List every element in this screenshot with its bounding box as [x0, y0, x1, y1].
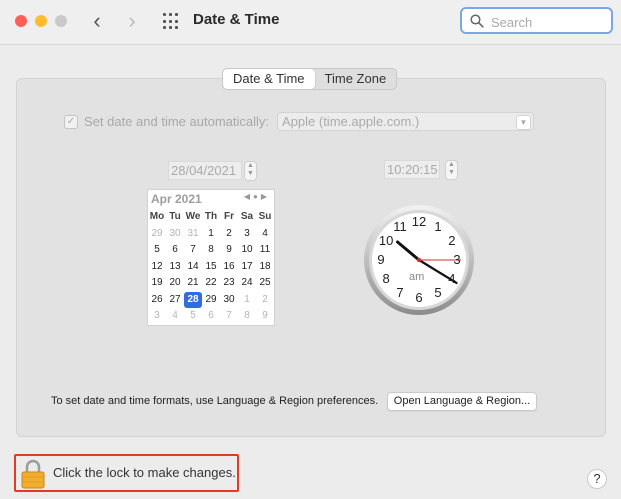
calendar-day[interactable]: 17: [238, 259, 256, 276]
calendar-day[interactable]: 10: [238, 242, 256, 259]
auto-time-row: ✓ Set date and time automatically:: [64, 114, 269, 129]
calendar-day[interactable]: 24: [238, 275, 256, 292]
date-field[interactable]: 28/04/2021: [168, 161, 242, 180]
calendar: Apr 2021 ◀●▶ Mo Tu We Th Fr Sa Su 29 30 31 1 2 3 4 5 6 7…: [147, 189, 275, 326]
lock-icon: [21, 459, 45, 489]
clock-number: 5: [434, 284, 442, 300]
formats-note: To set date and time formats, use Langua…: [51, 395, 379, 407]
calendar-day[interactable]: 8: [202, 242, 220, 259]
calendar-day[interactable]: 26: [148, 292, 166, 309]
lock-area[interactable]: Click the lock to make changes.: [14, 454, 239, 492]
lock-label: Click the lock to make changes.: [53, 465, 236, 480]
clock-number: 11: [393, 219, 407, 235]
auto-time-checkbox[interactable]: ✓: [64, 114, 78, 129]
calendar-day[interactable]: 9: [220, 242, 238, 259]
calendar-day[interactable]: 15: [202, 259, 220, 276]
clock-number: 6: [415, 290, 423, 305]
calendar-day[interactable]: 29: [202, 292, 220, 309]
calendar-day[interactable]: 8: [238, 308, 256, 325]
calendar-grid: Mo Tu We Th Fr Sa Su 29 30 31 1 2 3 4 5 6 7 8 9 10 11 12 13 14 1…: [148, 209, 274, 325]
tab-bar: Date & Time Time Zone: [222, 68, 398, 90]
calendar-day[interactable]: 11: [256, 242, 274, 259]
close-window-button[interactable]: [15, 15, 27, 27]
calendar-day[interactable]: 6: [202, 308, 220, 325]
calendar-day[interactable]: 1: [238, 292, 256, 309]
clock-center: [416, 257, 422, 263]
calendar-day[interactable]: 2: [256, 292, 274, 309]
chevron-down-icon: ▼: [516, 115, 531, 130]
calendar-day[interactable]: 4: [166, 308, 184, 325]
tab-date-time[interactable]: Date & Time: [223, 69, 315, 89]
calendar-day[interactable]: 19: [148, 275, 166, 292]
calendar-day[interactable]: 3: [148, 308, 166, 325]
forward-button[interactable]: ›: [121, 8, 143, 34]
search-input[interactable]: [489, 12, 611, 32]
clock-number: 9: [377, 252, 385, 267]
auto-time-label: Set date and time automatically:: [84, 114, 269, 129]
calendar-day[interactable]: 14: [184, 259, 202, 276]
calendar-weekday: Th: [204, 211, 218, 222]
minimize-window-button[interactable]: [35, 15, 47, 27]
calendar-day[interactable]: 20: [166, 275, 184, 292]
clock-number: 2: [448, 233, 456, 248]
calendar-month: Apr 2021: [151, 192, 202, 206]
calendar-day[interactable]: 30: [220, 292, 238, 309]
title-bar: ‹ › Date & Time: [0, 0, 621, 45]
search-box[interactable]: [460, 7, 613, 34]
open-language-region-button[interactable]: Open Language & Region...: [387, 392, 537, 411]
calendar-day[interactable]: 9: [256, 308, 274, 325]
calendar-nav[interactable]: ◀●▶: [244, 192, 270, 201]
calendar-day[interactable]: 25: [256, 275, 274, 292]
clock-number: 10: [378, 233, 394, 248]
calendar-day[interactable]: 21: [184, 275, 202, 292]
calendar-day[interactable]: 7: [184, 242, 202, 259]
calendar-weekday: Fr: [224, 211, 234, 222]
search-icon: [470, 14, 484, 28]
calendar-day[interactable]: 7: [220, 308, 238, 325]
calendar-weekday: Mo: [149, 211, 165, 222]
calendar-day[interactable]: 2: [220, 226, 238, 243]
calendar-day[interactable]: 27: [166, 292, 184, 309]
calendar-day[interactable]: 29: [148, 226, 166, 243]
clock-number: 12: [411, 214, 427, 229]
calendar-day[interactable]: 31: [184, 226, 202, 243]
clock-number: 3: [453, 252, 461, 267]
show-all-grid-icon[interactable]: [163, 13, 180, 30]
calendar-day[interactable]: 22: [202, 275, 220, 292]
calendar-day[interactable]: 1: [202, 226, 220, 243]
calendar-day[interactable]: 28: [184, 291, 202, 308]
clock-number: 7: [396, 284, 404, 300]
settings-panel: [16, 78, 606, 437]
time-stepper[interactable]: ▲ ▼: [445, 160, 458, 180]
calendar-weekday: We: [185, 211, 201, 222]
clock-number: 8: [382, 271, 390, 286]
calendar-day[interactable]: 30: [166, 226, 184, 243]
calendar-day[interactable]: 3: [238, 226, 256, 243]
time-field[interactable]: 10:20:15: [384, 160, 440, 179]
calendar-day[interactable]: 18: [256, 259, 274, 276]
zoom-window-button[interactable]: [55, 15, 67, 27]
calendar-day[interactable]: 5: [184, 308, 202, 325]
calendar-day[interactable]: 13: [166, 259, 184, 276]
calendar-day[interactable]: 5: [148, 242, 166, 259]
date-stepper[interactable]: ▲ ▼: [244, 161, 257, 181]
calendar-day[interactable]: 4: [256, 226, 274, 243]
tab-time-zone[interactable]: Time Zone: [315, 69, 397, 89]
time-server-select[interactable]: Apple (time.apple.com.) ▼: [277, 112, 534, 131]
calendar-day[interactable]: 23: [220, 275, 238, 292]
calendar-day[interactable]: 6: [166, 242, 184, 259]
analog-clock: am 12 1 2 3 4 5 6 7 8 9 10 11: [363, 204, 475, 316]
calendar-weekday: Sa: [240, 211, 254, 222]
calendar-weekday: Tu: [169, 211, 181, 222]
clock-ampm: am: [409, 271, 425, 283]
help-button[interactable]: ?: [587, 469, 607, 489]
time-server-value: Apple (time.apple.com.): [282, 114, 420, 129]
calendar-day[interactable]: 16: [220, 259, 238, 276]
window-title: Date & Time: [193, 11, 280, 28]
calendar-weekday: Su: [258, 211, 272, 222]
back-button[interactable]: ‹: [86, 8, 108, 34]
calendar-day[interactable]: 12: [148, 259, 166, 276]
